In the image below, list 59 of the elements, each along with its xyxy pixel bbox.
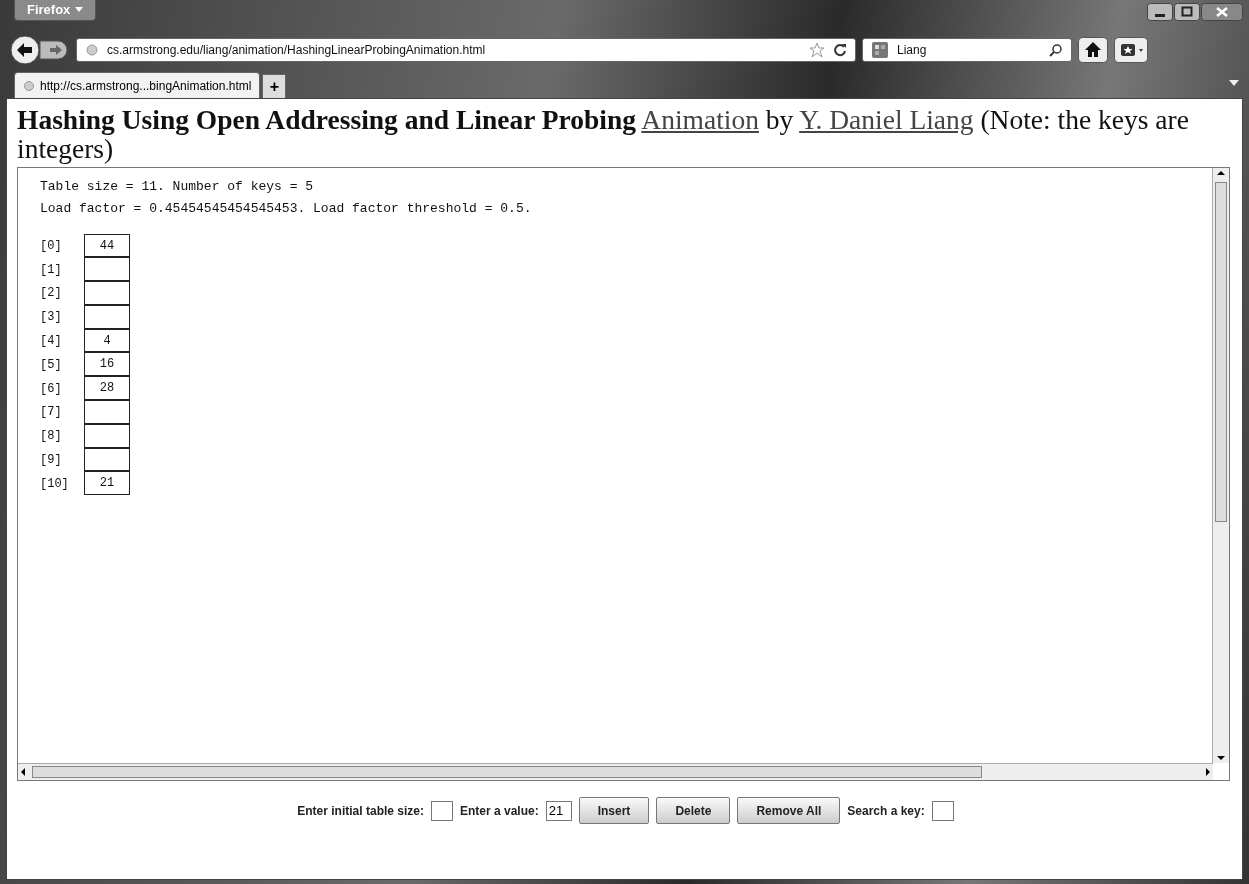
address-bar[interactable]: cs.armstrong.edu/liang/animation/HashingLinearProbingAnimation.html bbox=[76, 38, 856, 62]
slot-index: [5] bbox=[40, 357, 63, 372]
search-icon[interactable] bbox=[1049, 43, 1063, 57]
slot-index: [7] bbox=[40, 405, 63, 420]
back-forward-icon[interactable] bbox=[10, 35, 70, 65]
field-label: Enter initial table size: bbox=[297, 803, 424, 818]
horizontal-scrollbar[interactable] bbox=[18, 763, 1213, 780]
table-cell: 4 bbox=[84, 328, 130, 353]
action-button[interactable]: Delete bbox=[656, 797, 731, 824]
table-cell bbox=[84, 423, 130, 448]
slot-index: [4] bbox=[40, 334, 63, 349]
slot-index: [0] bbox=[40, 238, 63, 253]
minimize-icon[interactable] bbox=[1147, 3, 1173, 21]
search-engine-icon bbox=[871, 41, 889, 59]
tab-list-icon[interactable] bbox=[1229, 80, 1239, 86]
field-label: Search a key: bbox=[847, 803, 925, 818]
slot-index: [1] bbox=[40, 262, 63, 277]
input-field[interactable] bbox=[431, 800, 453, 821]
slot-index: [9] bbox=[40, 453, 63, 468]
action-button[interactable]: Remove All bbox=[737, 797, 841, 824]
slot-index: [6] bbox=[40, 381, 63, 396]
table-cell: 21 bbox=[84, 471, 130, 496]
vertical-scrollbar[interactable] bbox=[1212, 168, 1229, 763]
search-field[interactable]: Liang bbox=[862, 38, 1072, 62]
caret-icon bbox=[75, 7, 84, 12]
field-label: Enter a value: bbox=[460, 803, 539, 818]
action-button[interactable]: Insert bbox=[578, 797, 650, 824]
new-tab-button[interactable]: + bbox=[262, 74, 287, 98]
reload-icon[interactable] bbox=[833, 43, 847, 57]
info-text: Table size = 11. Number of keys = 5 bbox=[40, 178, 315, 196]
animation-link[interactable]: Animation bbox=[641, 104, 759, 135]
table-cell bbox=[84, 281, 130, 305]
scroll-down-icon[interactable] bbox=[1215, 753, 1227, 763]
table-cell bbox=[84, 447, 130, 472]
info-text: Load factor = 0.45454545454545453. Load factor threshold = 0.5. bbox=[40, 200, 533, 218]
home-icon[interactable] bbox=[1078, 37, 1108, 63]
bookmark-icon[interactable] bbox=[1114, 37, 1148, 63]
table-cell: 28 bbox=[84, 376, 130, 401]
slot-index: [2] bbox=[40, 286, 63, 301]
scroll-right-icon[interactable] bbox=[1203, 766, 1213, 778]
star-icon[interactable] bbox=[809, 42, 825, 58]
input-field[interactable] bbox=[931, 800, 954, 821]
globe-icon bbox=[85, 43, 99, 57]
page-heading: Hashing Using Open Addressing and Linear Probing Animation by Y. Daniel Liang (Note: the keys are integers) bbox=[17, 105, 1190, 163]
slot-index: [3] bbox=[40, 310, 63, 325]
table-cell: 44 bbox=[84, 233, 130, 258]
author-link[interactable]: Y. Daniel Liang bbox=[799, 104, 974, 135]
table-cell bbox=[84, 400, 130, 424]
scroll-up-icon[interactable] bbox=[1215, 168, 1227, 178]
slot-index: [8] bbox=[40, 429, 63, 444]
browser-tab[interactable]: http://cs.armstrong...bingAnimation.html bbox=[14, 72, 261, 98]
table-cell bbox=[84, 257, 130, 282]
table-cell: 16 bbox=[84, 352, 130, 377]
close-icon[interactable] bbox=[1201, 3, 1243, 21]
maximize-icon[interactable] bbox=[1174, 3, 1200, 21]
slot-index: [10] bbox=[40, 476, 70, 491]
globe-icon bbox=[23, 79, 35, 92]
table-cell bbox=[84, 304, 130, 329]
input-field[interactable]: 21 bbox=[545, 800, 572, 821]
